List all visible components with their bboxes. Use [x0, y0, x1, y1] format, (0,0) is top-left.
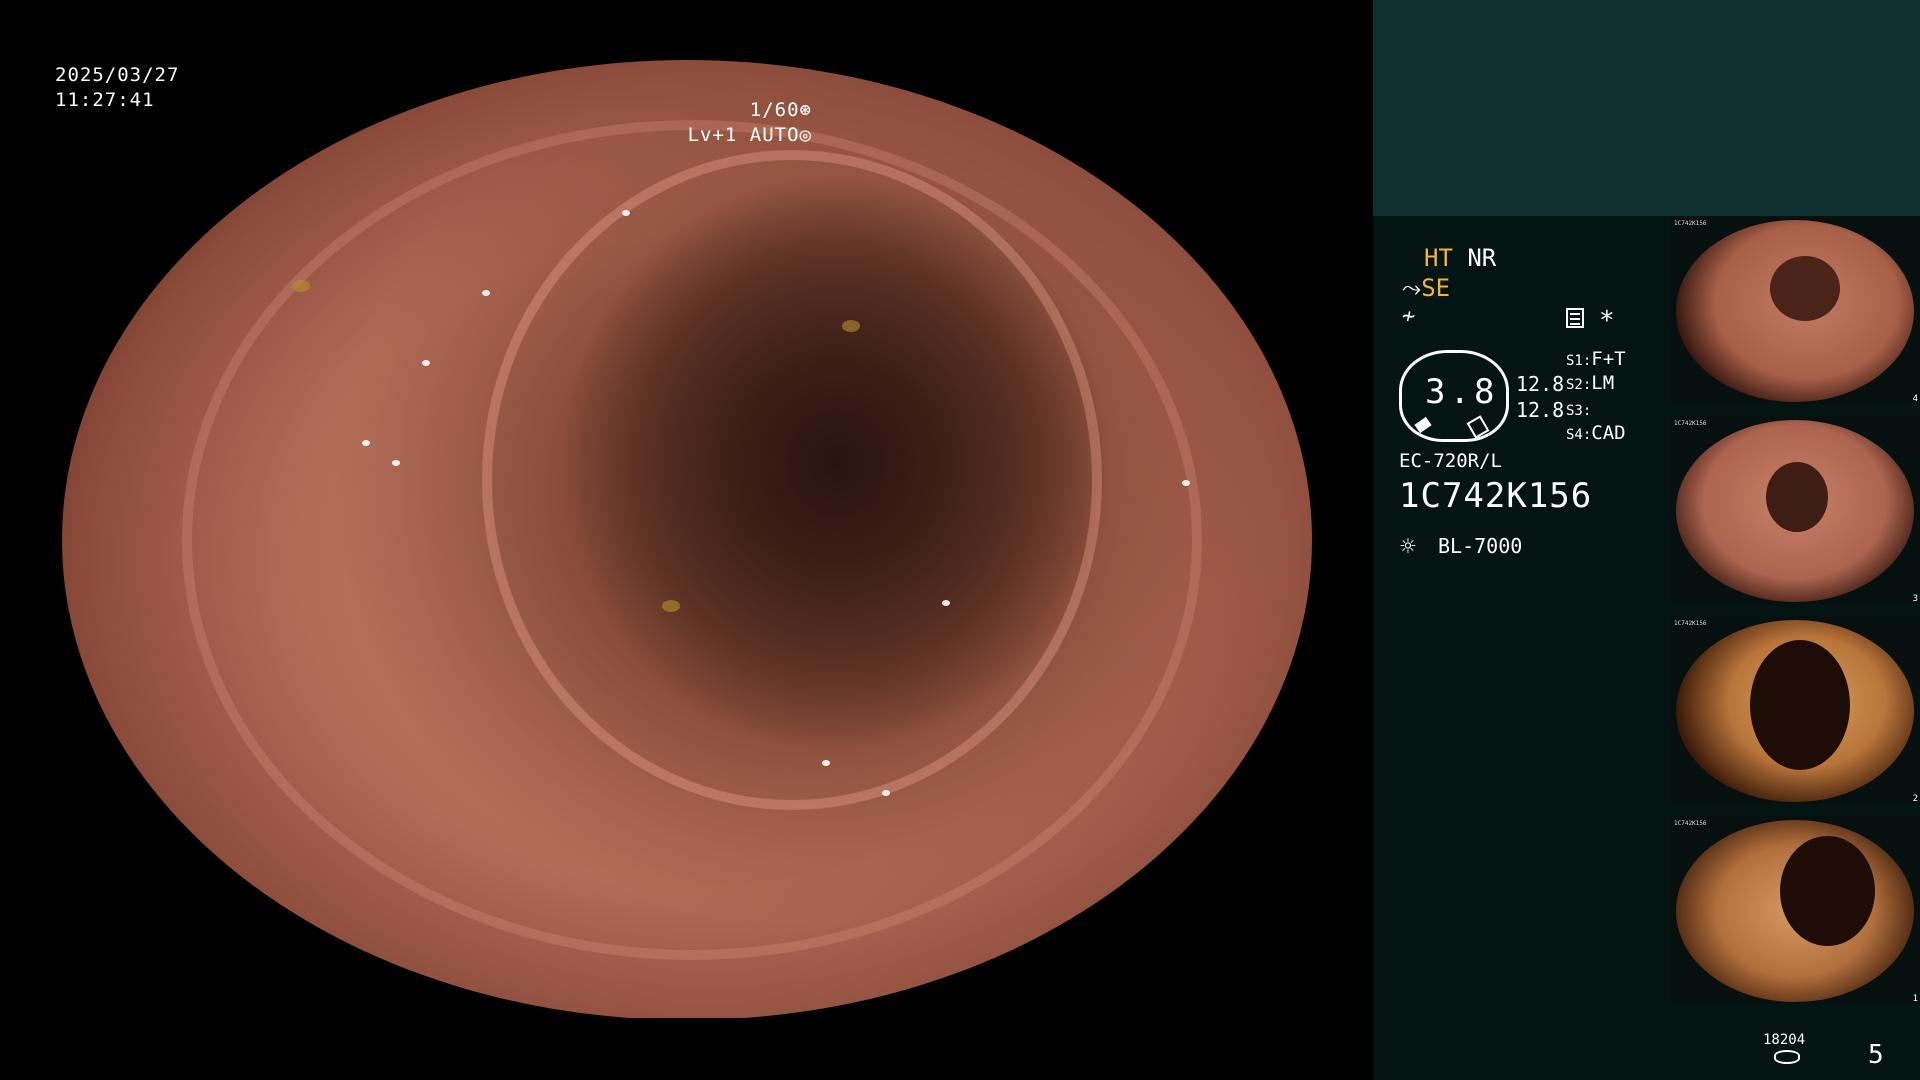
mode-line-1: HT NR — [1424, 244, 1496, 272]
sun-icon: ☼ — [1400, 532, 1416, 562]
thumbnail-number: 2 — [1912, 794, 1918, 804]
specular-highlight — [422, 360, 430, 366]
enhancement-value-2: 12.8 — [1516, 398, 1565, 422]
nr-label: NR — [1467, 244, 1497, 272]
page-number: 5 — [1868, 1040, 1884, 1070]
thumbnail-serial: 1C742K156 — [1674, 820, 1707, 827]
capture-thumbnail[interactable]: 1C742K156 1 — [1670, 816, 1920, 1004]
switch-key: S3 — [1566, 403, 1583, 419]
thumbnail-serial: 1C742K156 — [1674, 220, 1707, 227]
thumbnail-lumen — [1780, 836, 1875, 946]
enhancement-value-1: 12.8 — [1516, 372, 1565, 396]
aperture-icon: ⊛ — [799, 99, 812, 121]
panel-header-area — [1373, 0, 1920, 216]
specular-highlight — [622, 210, 630, 216]
specular-highlight — [942, 600, 950, 606]
structure-enhance-icon: ⤳ — [1402, 274, 1422, 302]
switch-s3: S3: — [1566, 403, 1592, 419]
specular-highlight — [362, 440, 370, 446]
switch-key: S1 — [1566, 353, 1583, 369]
capture-thumbnail[interactable]: 1C742K156 4 — [1670, 216, 1920, 404]
dial-value: 3.8 — [1425, 372, 1499, 412]
specular-highlight — [392, 460, 400, 466]
shutter-text: 1/60 — [749, 99, 800, 121]
scope-model: EC-720R/L — [1399, 450, 1502, 472]
image-counter: 18204 — [1763, 1032, 1806, 1048]
switch-s4: S4:CAD — [1566, 422, 1626, 444]
endoscopic-image — [62, 60, 1312, 1020]
switch-s2: S2:LM — [1566, 372, 1615, 394]
exposure-readout: 1/60⊛ Lv+1 AUTO◎ — [688, 98, 812, 148]
scope-serial: 1C742K156 — [1399, 476, 1593, 516]
thumbnail-number: 1 — [1912, 994, 1918, 1004]
thumbnail-serial: 1C742K156 — [1674, 620, 1707, 627]
specular-highlight — [882, 790, 890, 796]
switch-key: S2 — [1566, 377, 1583, 393]
residue — [662, 600, 680, 612]
date-text: 2025/03/27 — [55, 64, 180, 86]
switch-s1: S1:F+T — [1566, 348, 1626, 370]
switch-value: CAD — [1591, 422, 1626, 444]
se-label: SE — [1421, 274, 1451, 302]
iris-icon: ◎ — [799, 124, 812, 146]
capture-thumbnail[interactable]: 1C742K156 3 — [1670, 416, 1920, 604]
endoscope-view: 2025/03/27 11:27:41 1/60⊛ Lv+1 AUTO◎ — [0, 0, 1372, 1080]
mode-line-3: ≁ — [1402, 304, 1416, 329]
capture-thumbnail[interactable]: 1C742K156 2 — [1670, 616, 1920, 804]
iris-text: Lv+1 AUTO — [687, 124, 800, 146]
switch-key: S4 — [1566, 427, 1583, 443]
specular-highlight — [482, 290, 490, 296]
residue — [292, 280, 310, 292]
time-text: 11:27:41 — [55, 89, 155, 111]
thumbnail-serial: 1C742K156 — [1674, 420, 1707, 427]
thumbnail-lumen — [1766, 462, 1828, 532]
storage-icon — [1774, 1050, 1800, 1064]
thumbnail-number: 4 — [1912, 394, 1918, 404]
mucosal-fold — [482, 150, 1102, 810]
light-source: BL-7000 — [1438, 534, 1523, 558]
specular-highlight — [1182, 480, 1190, 486]
switch-value: F+T — [1591, 348, 1626, 370]
residue — [842, 320, 860, 332]
asterisk-indicator: * — [1599, 306, 1615, 336]
ht-label: HT — [1424, 244, 1453, 272]
thumbnail-lumen — [1770, 256, 1840, 321]
datetime-readout: 2025/03/27 11:27:41 — [55, 63, 179, 113]
mode-line-2: ⤳SE — [1402, 274, 1450, 302]
switch-value: LM — [1591, 372, 1615, 394]
thumbnail-number: 3 — [1912, 594, 1918, 604]
menu-list-icon — [1566, 308, 1584, 328]
thumbnail-lumen — [1750, 640, 1850, 770]
specular-highlight — [822, 760, 830, 766]
